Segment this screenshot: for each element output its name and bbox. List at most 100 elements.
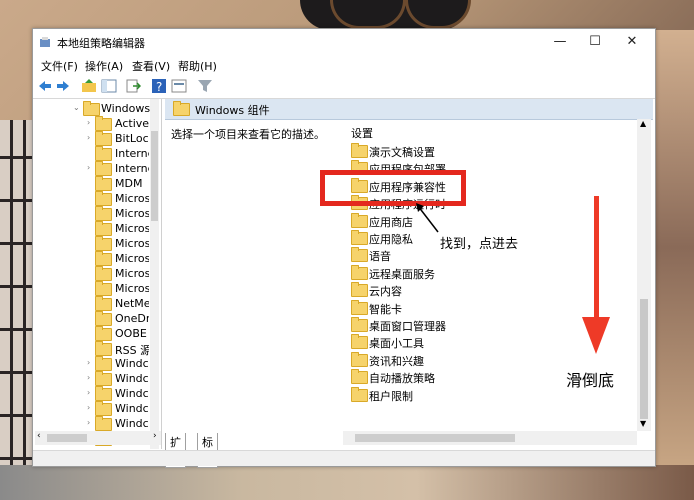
menu-action[interactable]: 操作(A) bbox=[85, 58, 123, 74]
menu-help[interactable]: 帮助(H) bbox=[178, 58, 217, 74]
tree-item[interactable]: › Interne bbox=[35, 161, 150, 176]
tree-item[interactable]: Interne bbox=[35, 146, 150, 161]
chevron-right-icon[interactable]: › bbox=[87, 163, 95, 172]
scroll-right-icon[interactable]: › bbox=[153, 431, 157, 441]
folder-icon bbox=[351, 351, 368, 367]
back-arrow-icon[interactable] bbox=[37, 78, 53, 94]
tree-item[interactable]: Micros bbox=[35, 236, 150, 251]
tree-item-label: Interne bbox=[115, 162, 149, 175]
tree-item[interactable]: Micros bbox=[35, 251, 150, 266]
tree-item-label: Windc bbox=[115, 417, 149, 430]
tree-item-label: Micros bbox=[115, 267, 149, 280]
tree-item-windows[interactable]: ⌄ Windows bbox=[35, 101, 155, 116]
tree-item[interactable]: Micros bbox=[35, 221, 150, 236]
settings-vertical-scrollbar[interactable]: ▲ ▼ bbox=[637, 119, 651, 431]
scroll-down-icon[interactable]: ▼ bbox=[640, 419, 646, 428]
scroll-down-arrow-icon bbox=[582, 196, 610, 354]
tree-item[interactable]: Micros bbox=[35, 191, 150, 206]
minimize-button[interactable]: — bbox=[543, 31, 577, 53]
settings-scrollbar-thumb[interactable] bbox=[640, 299, 648, 419]
export-list-icon[interactable] bbox=[125, 78, 141, 94]
close-button[interactable]: ✕ bbox=[615, 31, 649, 53]
chevron-right-icon[interactable]: › bbox=[87, 388, 95, 397]
settings-hscroll-thumb[interactable] bbox=[355, 434, 515, 442]
list-item-label: 资讯和兴趣 bbox=[369, 354, 424, 368]
tree-scrollbar[interactable] bbox=[150, 99, 159, 449]
tree-item-label: Interne bbox=[115, 147, 149, 160]
folder-icon bbox=[351, 212, 368, 228]
folder-icon bbox=[95, 416, 112, 431]
chevron-down-icon[interactable]: ⌄ bbox=[73, 103, 81, 112]
menu-file[interactable]: 文件(F) bbox=[41, 58, 78, 74]
maximize-button[interactable]: ☐ bbox=[578, 31, 612, 53]
help-icon[interactable]: ? bbox=[151, 78, 167, 94]
folder-icon bbox=[95, 341, 112, 356]
annotation-arrow-icon bbox=[416, 203, 439, 233]
tree-item[interactable]: › Windc bbox=[35, 401, 150, 416]
tree-item-label: Windc bbox=[115, 372, 149, 385]
tree-item[interactable]: › Windc bbox=[35, 386, 150, 401]
tree-item[interactable]: OneDr bbox=[35, 311, 150, 326]
tree-hscroll-thumb[interactable] bbox=[47, 434, 87, 442]
folder-icon bbox=[83, 101, 100, 116]
tree-item-label: Windc bbox=[115, 402, 149, 415]
annotation-found-note: 找到，点进去 bbox=[440, 237, 519, 252]
tree-item[interactable]: NetMe bbox=[35, 296, 150, 311]
filter-icon[interactable] bbox=[197, 78, 213, 94]
tree-item[interactable]: › Active bbox=[35, 116, 150, 131]
chevron-right-icon[interactable]: › bbox=[87, 403, 95, 412]
tree-scrollbar-thumb[interactable] bbox=[151, 131, 158, 221]
chevron-right-icon[interactable]: › bbox=[87, 373, 95, 382]
tree-item-label: Windows bbox=[101, 102, 151, 115]
chevron-right-icon[interactable]: › bbox=[87, 418, 95, 427]
properties-icon[interactable] bbox=[171, 78, 187, 94]
tree-item[interactable]: › BitLoc bbox=[35, 131, 150, 146]
menu-view[interactable]: 查看(V) bbox=[132, 58, 170, 74]
folder-icon bbox=[95, 161, 112, 176]
chevron-right-icon[interactable]: › bbox=[87, 358, 95, 367]
tree-item[interactable]: MDM bbox=[35, 176, 150, 191]
scroll-up-icon[interactable]: ▲ bbox=[640, 119, 646, 128]
details-header-title: Windows 组件 bbox=[195, 104, 270, 117]
forward-arrow-icon[interactable] bbox=[55, 78, 71, 94]
column-header-setting[interactable]: 设置 bbox=[351, 125, 373, 141]
tree-item[interactable]: › Windc bbox=[35, 356, 150, 371]
title-bar[interactable]: 本地组策略编辑器 — ☐ ✕ bbox=[33, 29, 655, 55]
folder-icon bbox=[95, 146, 112, 161]
app-icon bbox=[40, 37, 50, 47]
tree-item[interactable]: OOBE bbox=[35, 326, 150, 341]
tree-item[interactable]: Micros bbox=[35, 266, 150, 281]
folder-icon bbox=[95, 206, 112, 221]
folder-icon bbox=[95, 386, 112, 401]
tree-item[interactable]: › Windc bbox=[35, 416, 150, 431]
menu-bar: 文件(F) 操作(A) 查看(V) 帮助(H) bbox=[33, 55, 655, 74]
toolbar: ? bbox=[33, 74, 655, 99]
tree-horizontal-scrollbar[interactable]: ‹ › bbox=[35, 431, 161, 445]
folder-icon bbox=[351, 247, 368, 263]
tree-item[interactable]: Micros bbox=[35, 281, 150, 296]
settings-horizontal-scrollbar[interactable] bbox=[343, 431, 637, 445]
folder-icon bbox=[95, 266, 112, 281]
chevron-right-icon[interactable]: › bbox=[87, 118, 95, 127]
up-folder-icon[interactable] bbox=[81, 78, 97, 94]
folder-icon bbox=[351, 282, 368, 298]
tree-item[interactable]: › Windc bbox=[35, 371, 150, 386]
tree-item-label: Micros bbox=[115, 282, 149, 295]
list-item-label: 智能卡 bbox=[369, 302, 402, 316]
svg-text:?: ? bbox=[156, 80, 162, 94]
tree-item-label: OOBE bbox=[115, 327, 147, 340]
tree-item[interactable]: Micros bbox=[35, 206, 150, 221]
folder-icon bbox=[351, 230, 368, 245]
background-window-frame bbox=[0, 120, 32, 500]
folder-icon bbox=[95, 251, 112, 266]
tree-item-label: OneDr bbox=[115, 312, 149, 325]
chevron-right-icon[interactable]: › bbox=[87, 133, 95, 142]
folder-icon bbox=[95, 296, 112, 311]
show-hide-tree-icon[interactable] bbox=[101, 78, 117, 94]
folder-icon bbox=[95, 356, 112, 371]
tree-item[interactable]: RSS 源 bbox=[35, 341, 150, 357]
folder-icon bbox=[351, 386, 368, 402]
policy-tree: ⌄ Windows › Active › BitLoc Interne › Interne M… bbox=[35, 99, 162, 449]
scroll-left-icon[interactable]: ‹ bbox=[37, 431, 41, 441]
folder-icon bbox=[95, 326, 112, 341]
